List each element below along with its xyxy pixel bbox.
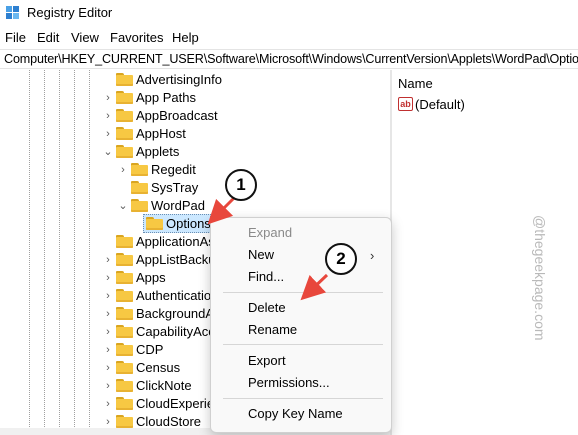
menu-item-permissions[interactable]: Permissions...: [248, 375, 330, 390]
folder-icon: [116, 91, 133, 104]
title-bar: Registry Editor: [0, 0, 578, 26]
tree-node-label: ClickNote: [136, 378, 192, 393]
folder-icon: [116, 361, 133, 374]
tree-node-label: CapabilityAcc: [136, 324, 215, 339]
folder-icon: [116, 271, 133, 284]
expand-chevron-icon[interactable]: ›: [103, 359, 113, 377]
address-bar[interactable]: Computer\HKEY_CURRENT_USER\Software\Micr…: [0, 49, 578, 69]
expand-chevron-icon[interactable]: ›: [103, 395, 113, 413]
folder-icon: [116, 73, 133, 86]
tree-node-label: Options: [166, 216, 211, 231]
expand-chevron-icon[interactable]: ›: [118, 161, 128, 179]
folder-icon: [116, 109, 133, 122]
folder-icon: [116, 127, 133, 140]
tree-guide-line: [89, 70, 90, 435]
string-value-icon: ab: [398, 97, 413, 111]
menu-edit[interactable]: Edit: [37, 30, 59, 45]
folder-open-icon: [116, 145, 133, 158]
folder-icon: [116, 307, 133, 320]
expand-chevron-icon[interactable]: ›: [103, 341, 113, 359]
tree-node-label: AppBroadcast: [136, 108, 218, 123]
tree-node-label: Applets: [136, 144, 180, 159]
folder-icon: [116, 415, 133, 428]
tree-node-label: Regedit: [151, 162, 196, 177]
value-name: (Default): [415, 97, 465, 112]
folder-icon: [116, 343, 133, 356]
menu-separator: [223, 398, 383, 399]
tree-node-label: SysTray: [151, 180, 199, 195]
tree-node-label: Apps: [136, 270, 166, 285]
folder-open-icon: [131, 199, 148, 212]
folder-icon: [146, 217, 163, 230]
tree-node-label: CloudStore: [136, 414, 202, 429]
expand-chevron-icon[interactable]: ›: [103, 287, 113, 305]
expand-chevron-icon[interactable]: ›: [103, 377, 113, 395]
expand-chevron-icon[interactable]: ›: [103, 269, 113, 287]
folder-icon: [116, 379, 133, 392]
expand-chevron-icon[interactable]: ›: [103, 251, 113, 269]
tree-node-label: AdvertisingInfo: [136, 72, 222, 87]
menu-separator: [223, 344, 383, 345]
folder-icon: [116, 235, 133, 248]
menu-favorites[interactable]: Favorites: [110, 30, 163, 45]
tree-guide-line: [44, 70, 45, 435]
tree-guide-line: [74, 70, 75, 435]
tree-node-label: ApplicationAs: [136, 234, 215, 249]
folder-icon: [116, 289, 133, 302]
step-badge-1: 1: [225, 169, 257, 201]
collapse-chevron-icon[interactable]: ⌄: [103, 143, 113, 161]
expand-chevron-icon[interactable]: [103, 71, 113, 89]
collapse-chevron-icon[interactable]: ⌄: [118, 197, 128, 215]
address-path[interactable]: Computer\HKEY_CURRENT_USER\Software\Micr…: [4, 52, 578, 66]
menu-item-expand: Expand: [248, 225, 293, 240]
tree-node-label: Authentication: [136, 288, 219, 303]
context-menu: Expand New › Find... Delete Rename Expor…: [210, 217, 392, 433]
registry-editor-icon: [6, 6, 19, 19]
watermark-text: @thegeekpage.com: [532, 215, 548, 341]
tree-guide-line: [29, 70, 30, 435]
menu-separator: [223, 292, 383, 293]
tree-guide-line: [59, 70, 60, 435]
expand-chevron-icon[interactable]: ›: [103, 125, 113, 143]
menu-item-find[interactable]: Find...: [248, 269, 284, 284]
menu-item-export[interactable]: Export: [248, 353, 286, 368]
tree-node-label: Census: [136, 360, 181, 375]
tree-node-label: CloudExperien: [136, 396, 222, 411]
menu-bar: File Edit View Favorites Help: [0, 28, 578, 48]
menu-item-new[interactable]: New: [248, 247, 274, 262]
menu-item-rename[interactable]: Rename: [248, 322, 297, 337]
folder-icon: [116, 397, 133, 410]
step-badge-2: 2: [325, 243, 357, 275]
column-header-name[interactable]: Name: [398, 76, 433, 91]
tree-node-label: CDP: [136, 342, 164, 357]
tree-node-label: BackgroundA: [136, 306, 215, 321]
folder-icon: [116, 253, 133, 266]
tree-node-label: AppHost: [136, 126, 186, 141]
expand-chevron-icon[interactable]: ›: [103, 107, 113, 125]
expand-chevron-icon[interactable]: ›: [103, 323, 113, 341]
menu-view[interactable]: View: [71, 30, 99, 45]
folder-icon: [116, 325, 133, 338]
folder-icon: [131, 181, 148, 194]
expand-chevron-icon[interactable]: ›: [103, 305, 113, 323]
expand-chevron-icon[interactable]: [118, 179, 128, 197]
tree-node-label: WordPad: [151, 198, 205, 213]
expand-chevron-icon[interactable]: ›: [103, 89, 113, 107]
menu-item-delete[interactable]: Delete: [248, 300, 286, 315]
submenu-arrow-icon: ›: [370, 248, 375, 263]
expand-chevron-icon[interactable]: [103, 233, 113, 251]
tree-node-label: AppListBacku: [136, 252, 216, 267]
window-title: Registry Editor: [27, 5, 113, 20]
values-pane[interactable]: Name ab (Default): [392, 70, 578, 435]
menu-help[interactable]: Help: [172, 30, 199, 45]
menu-item-copy-key-name[interactable]: Copy Key Name: [248, 406, 343, 421]
menu-file[interactable]: File: [5, 30, 26, 45]
folder-icon: [131, 163, 148, 176]
expand-chevron-icon[interactable]: [133, 215, 143, 233]
tree-node-label: App Paths: [136, 90, 196, 105]
